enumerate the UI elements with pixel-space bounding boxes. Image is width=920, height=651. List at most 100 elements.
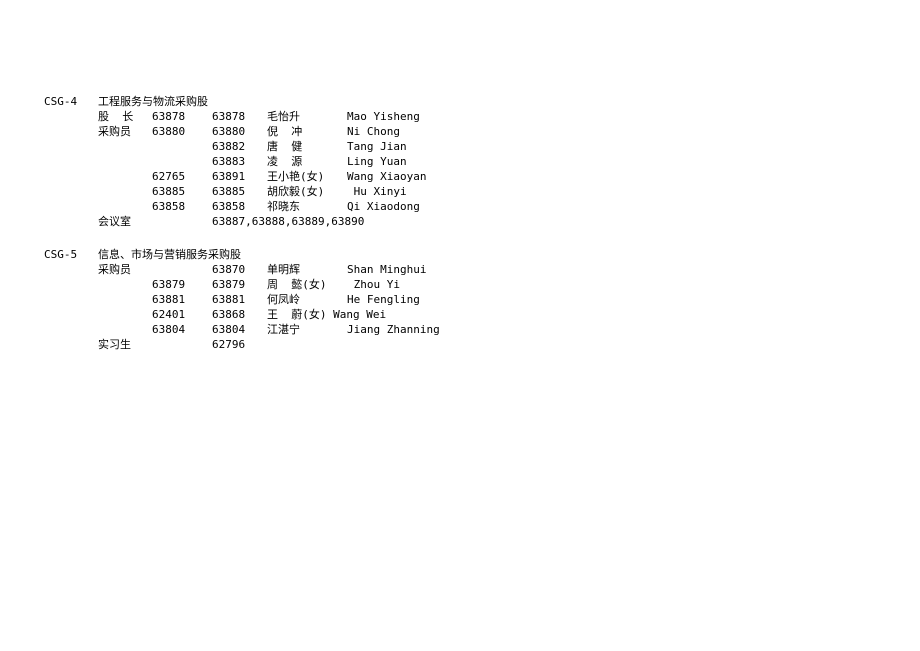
indent xyxy=(44,139,98,154)
name-pinyin: Zhou Yi xyxy=(347,277,920,292)
indent xyxy=(44,337,98,352)
extension-2: 63880 xyxy=(212,124,267,139)
name-pinyin: Ling Yuan xyxy=(347,154,920,169)
extension-1: 63879 xyxy=(152,277,212,292)
indent xyxy=(44,214,98,229)
name-pinyin: Jiang Zhanning xyxy=(347,322,920,337)
name-chinese: 何凤岭 xyxy=(267,292,347,307)
name-pinyin: Tang Jian xyxy=(347,139,920,154)
extension-1: 63885 xyxy=(152,184,212,199)
role xyxy=(98,139,152,154)
indent xyxy=(44,199,98,214)
data-row: 6380463804江湛宁Jiang Zhanning xyxy=(44,322,920,337)
role xyxy=(98,169,152,184)
indent xyxy=(44,262,98,277)
indent xyxy=(44,292,98,307)
name-pinyin: Mao Yisheng xyxy=(347,109,920,124)
extension-2: 63891 xyxy=(212,169,267,184)
data-row: 6387963879周 懿(女) Zhou Yi xyxy=(44,277,920,292)
data-row: 股 长6387863878毛怡升Mao Yisheng xyxy=(44,109,920,124)
extension-1 xyxy=(152,337,212,352)
name-pinyin: He Fengling xyxy=(347,292,920,307)
name-chinese xyxy=(267,337,347,352)
name-pinyin: Wang Xiaoyan xyxy=(347,169,920,184)
section-header-row: CSG-4工程服务与物流采购股 xyxy=(44,94,920,109)
role xyxy=(98,154,152,169)
role xyxy=(98,322,152,337)
extension-2: 62796 xyxy=(212,337,267,352)
name-pinyin: Hu Xinyi xyxy=(347,184,920,199)
indent xyxy=(44,169,98,184)
extension-1: 63858 xyxy=(152,199,212,214)
name-chinese: 祁晓东 xyxy=(267,199,347,214)
extension-2: 63870 xyxy=(212,262,267,277)
extension-1: 63804 xyxy=(152,322,212,337)
extension-1 xyxy=(152,139,212,154)
data-row: 6388563885胡欣毅(女) Hu Xinyi xyxy=(44,184,920,199)
extension-1: 62765 xyxy=(152,169,212,184)
extension-2: 63858 xyxy=(212,199,267,214)
data-row: 采购员 63870单明辉Shan Minghui xyxy=(44,262,920,277)
data-row: 采购员6388063880倪 冲Ni Chong xyxy=(44,124,920,139)
extension-2: 63881 xyxy=(212,292,267,307)
role xyxy=(98,292,152,307)
name-chinese: 胡欣毅(女) xyxy=(267,184,347,199)
extension-1: 62401 xyxy=(152,307,212,322)
role: 采购员 xyxy=(98,262,152,277)
section-code: CSG-4 xyxy=(44,94,98,109)
indent xyxy=(44,184,98,199)
extension-2: 63868 xyxy=(212,307,267,322)
section-header-row: CSG-5信息、市场与营销服务采购股 xyxy=(44,247,920,262)
role: 股 长 xyxy=(98,109,152,124)
data-row: 63883凌 源Ling Yuan xyxy=(44,154,920,169)
section: CSG-5信息、市场与营销服务采购股采购员 63870单明辉Shan Minghu… xyxy=(44,247,920,352)
role xyxy=(98,199,152,214)
extension-1: 63878 xyxy=(152,109,212,124)
role: 实习生 xyxy=(98,337,152,352)
name-chinese: 江湛宁 xyxy=(267,322,347,337)
extension-list: 63887,63888,63889,63890 xyxy=(212,214,364,229)
name-pinyin: Shan Minghui xyxy=(347,262,920,277)
indent xyxy=(44,109,98,124)
name-chinese: 凌 源 xyxy=(267,154,347,169)
name-pinyin: Qi Xiaodong xyxy=(347,199,920,214)
extension-2: 63885 xyxy=(212,184,267,199)
document-content: CSG-4工程服务与物流采购股股 长6387863878毛怡升Mao Yishe… xyxy=(44,94,920,352)
indent xyxy=(44,322,98,337)
extension-2: 63804 xyxy=(212,322,267,337)
name-pinyin: Ni Chong xyxy=(347,124,920,139)
name-pinyin: Wang Wei xyxy=(333,307,920,322)
department-name: 工程服务与物流采购股 xyxy=(98,94,920,109)
extension-2: 63882 xyxy=(212,139,267,154)
data-row: 6385863858祁晓东Qi Xiaodong xyxy=(44,199,920,214)
section-code: CSG-5 xyxy=(44,247,98,262)
extension-2: 63879 xyxy=(212,277,267,292)
name-chinese: 王小艳(女) xyxy=(267,169,347,184)
department-name: 信息、市场与营销服务采购股 xyxy=(98,247,920,262)
name-chinese: 单明辉 xyxy=(267,262,347,277)
name-pinyin xyxy=(347,337,920,352)
data-row: 6240163868王 蔚(女) Wang Wei xyxy=(44,307,920,322)
extension-1 xyxy=(152,214,212,229)
extension-2: 63878 xyxy=(212,109,267,124)
role: 采购员 xyxy=(98,124,152,139)
name-chinese: 唐 健 xyxy=(267,139,347,154)
indent xyxy=(44,277,98,292)
extension-1 xyxy=(152,154,212,169)
extension-2: 63883 xyxy=(212,154,267,169)
role xyxy=(98,277,152,292)
name-chinese: 王 蔚(女) xyxy=(267,307,333,322)
indent xyxy=(44,124,98,139)
role xyxy=(98,184,152,199)
data-row: 63882唐 健Tang Jian xyxy=(44,139,920,154)
data-row: 6276563891王小艳(女)Wang Xiaoyan xyxy=(44,169,920,184)
extension-1: 63881 xyxy=(152,292,212,307)
name-chinese: 倪 冲 xyxy=(267,124,347,139)
section: CSG-4工程服务与物流采购股股 长6387863878毛怡升Mao Yishe… xyxy=(44,94,920,229)
name-chinese: 周 懿(女) xyxy=(267,277,347,292)
role xyxy=(98,307,152,322)
role: 会议室 xyxy=(98,214,152,229)
data-row: 实习生 62796 xyxy=(44,337,920,352)
indent xyxy=(44,307,98,322)
extension-1: 63880 xyxy=(152,124,212,139)
